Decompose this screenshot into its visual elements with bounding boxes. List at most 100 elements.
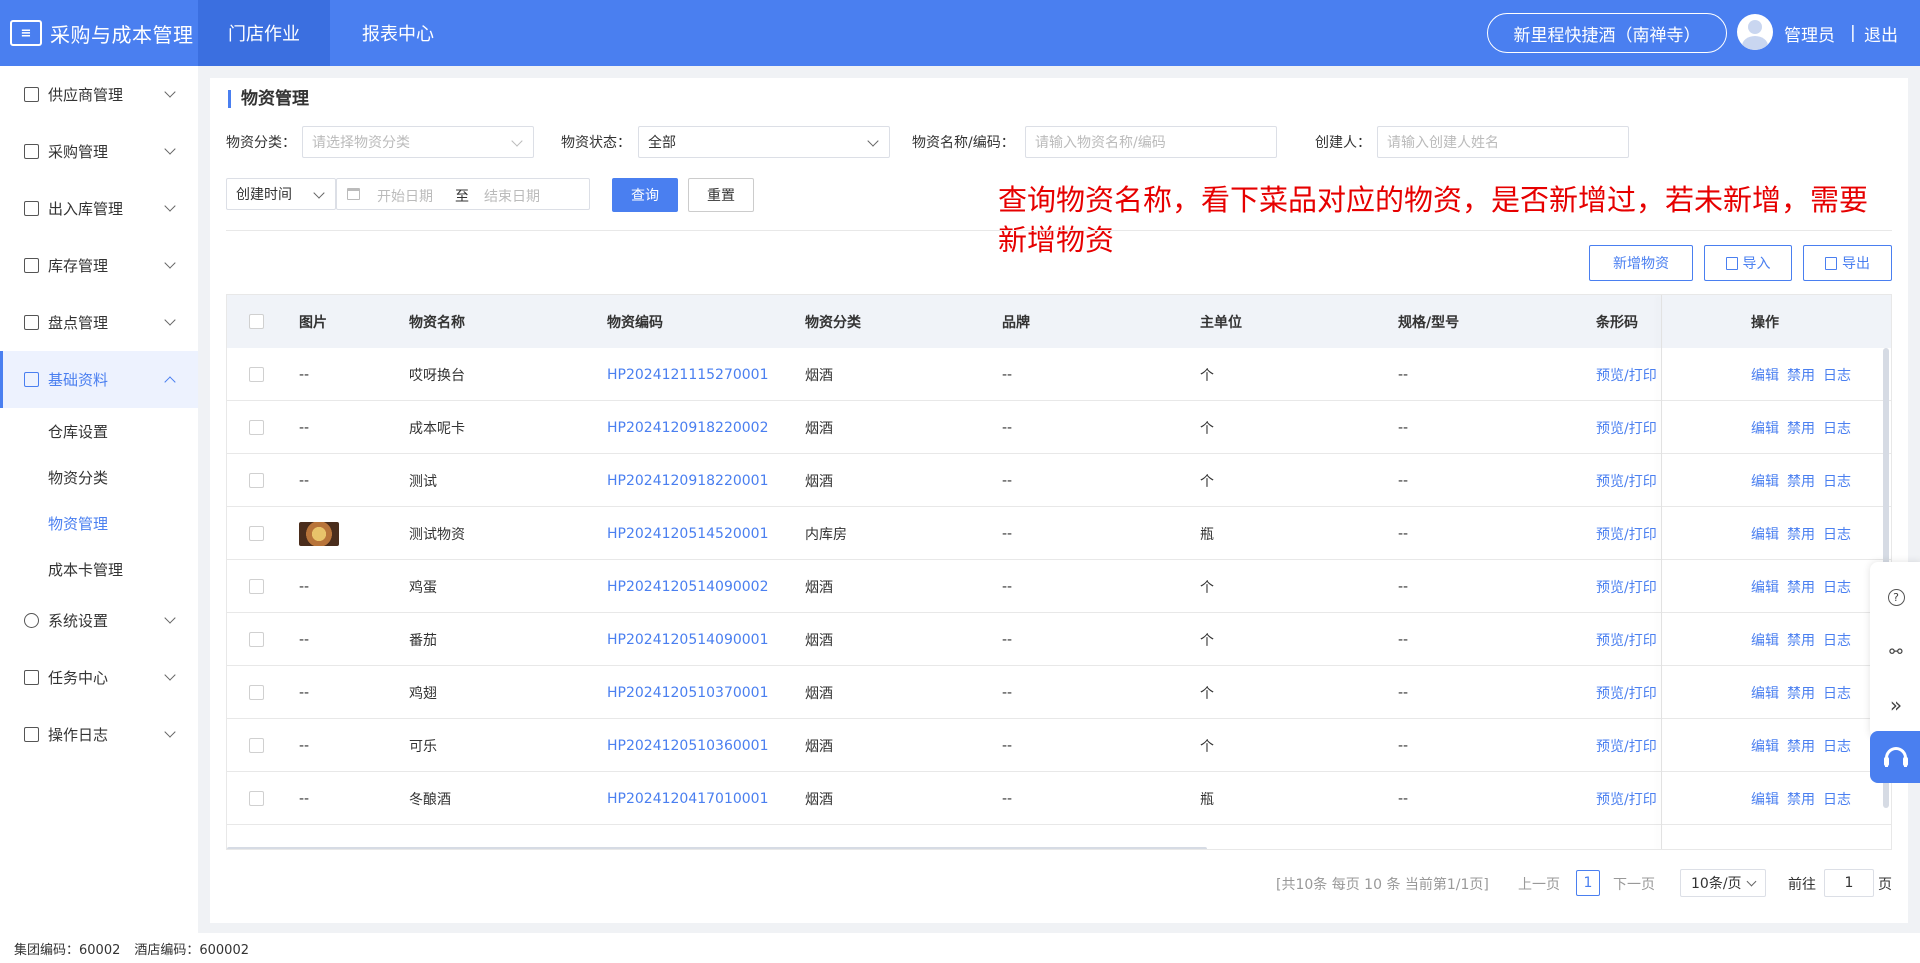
row-checkbox[interactable]	[249, 420, 264, 435]
log-link[interactable]: 日志	[1823, 365, 1851, 385]
disable-link[interactable]: 禁用	[1787, 683, 1815, 703]
disable-link[interactable]: 禁用	[1787, 471, 1815, 491]
submenu-cost-card[interactable]: 成本卡管理	[0, 546, 198, 592]
disable-link[interactable]: 禁用	[1787, 524, 1815, 544]
barcode-print-link[interactable]: 预览/打印	[1596, 401, 1657, 454]
nav-reports[interactable]: 报表中心	[330, 0, 466, 66]
row-checkbox[interactable]	[249, 579, 264, 594]
reset-button[interactable]: 重置	[688, 178, 754, 212]
collapse-button[interactable]: »	[1870, 678, 1920, 732]
submenu-material-category[interactable]: 物资分类	[0, 454, 198, 500]
help-button[interactable]: ?	[1870, 570, 1920, 624]
edit-link[interactable]: 编辑	[1751, 630, 1779, 650]
row-checkbox[interactable]	[249, 526, 264, 541]
row-checkbox[interactable]	[249, 367, 264, 382]
log-link[interactable]: 日志	[1823, 683, 1851, 703]
nav-store-ops[interactable]: 门店作业	[198, 0, 330, 66]
sidebar-item-stocktake[interactable]: 盘点管理	[0, 294, 198, 351]
avatar[interactable]	[1737, 14, 1773, 50]
sidebar-item-settings[interactable]: 系统设置	[0, 592, 198, 649]
customer-service-button[interactable]	[1870, 731, 1920, 783]
log-link[interactable]: 日志	[1823, 630, 1851, 650]
user-name[interactable]: 管理员	[1784, 0, 1835, 66]
sidebar-item-stock-in-out[interactable]: 出入库管理	[0, 180, 198, 237]
prev-page-button[interactable]: 上一页	[1518, 869, 1560, 899]
sidebar-item-purchase[interactable]: 采购管理	[0, 123, 198, 180]
barcode-print-link[interactable]: 预览/打印	[1596, 772, 1657, 825]
category-select[interactable]: 请选择物资分类	[302, 126, 534, 158]
barcode-print-link[interactable]: 预览/打印	[1596, 613, 1657, 666]
log-link[interactable]: 日志	[1823, 471, 1851, 491]
material-thumbnail[interactable]	[299, 521, 339, 546]
row-checkbox[interactable]	[249, 632, 264, 647]
row-checkbox[interactable]	[249, 738, 264, 753]
barcode-print-link[interactable]: 预览/打印	[1596, 507, 1657, 560]
log-link[interactable]: 日志	[1823, 736, 1851, 756]
row-checkbox[interactable]	[249, 685, 264, 700]
logout-link[interactable]: 退出	[1864, 0, 1898, 66]
cell-code-link[interactable]: HP2024120514090001	[607, 613, 769, 666]
barcode-print-link[interactable]: 预览/打印	[1596, 666, 1657, 719]
name-code-input[interactable]: 请输入物资名称/编码	[1025, 126, 1277, 158]
log-link[interactable]: 日志	[1823, 789, 1851, 809]
cell-code-link[interactable]: HP2024120514520001	[607, 507, 769, 560]
barcode-print-link[interactable]: 预览/打印	[1596, 454, 1657, 507]
time-type-select[interactable]: 创建时间	[226, 178, 336, 210]
sidebar-item-basic-data[interactable]: 基础资料	[0, 351, 198, 408]
edit-link[interactable]: 编辑	[1751, 789, 1779, 809]
add-material-button[interactable]: 新增物资	[1589, 245, 1693, 281]
log-link[interactable]: 日志	[1823, 577, 1851, 597]
edit-link[interactable]: 编辑	[1751, 683, 1779, 703]
link-button[interactable]: ⚯	[1870, 624, 1920, 678]
sidebar-item-inventory[interactable]: 库存管理	[0, 237, 198, 294]
page-1-button[interactable]: 1	[1576, 870, 1600, 896]
page-size-select[interactable]: 10条/页	[1680, 869, 1766, 897]
cell-image[interactable]	[299, 507, 339, 560]
disable-link[interactable]: 禁用	[1787, 365, 1815, 385]
brand[interactable]: ≡ 采购与成本管理	[0, 0, 198, 66]
import-button[interactable]: 导入	[1704, 245, 1792, 281]
disable-link[interactable]: 禁用	[1787, 789, 1815, 809]
edit-link[interactable]: 编辑	[1751, 471, 1779, 491]
row-checkbox[interactable]	[249, 473, 264, 488]
cell-code-link[interactable]: HP2024120510360001	[607, 719, 769, 772]
disable-link[interactable]: 禁用	[1787, 418, 1815, 438]
edit-link[interactable]: 编辑	[1751, 418, 1779, 438]
edit-link[interactable]: 编辑	[1751, 577, 1779, 597]
submenu-material-management[interactable]: 物资管理	[0, 500, 198, 546]
sidebar-item-operation-log[interactable]: 操作日志	[0, 706, 198, 763]
cell-code-link[interactable]: HP2024120514090002	[607, 560, 769, 613]
disable-link[interactable]: 禁用	[1787, 630, 1815, 650]
cell-code-link[interactable]: HP2024120918220002	[607, 401, 769, 454]
log-link[interactable]: 日志	[1823, 418, 1851, 438]
status-select[interactable]: 全部	[638, 126, 890, 158]
date-start-input[interactable]: 开始日期	[377, 186, 433, 206]
creator-input[interactable]: 请输入创建人姓名	[1377, 126, 1629, 158]
query-button[interactable]: 查询	[612, 178, 678, 212]
cell-code-link[interactable]: HP2024120510370001	[607, 666, 769, 719]
barcode-print-link[interactable]: 预览/打印	[1596, 348, 1657, 401]
sidebar-item-supplier[interactable]: 供应商管理	[0, 66, 198, 123]
edit-link[interactable]: 编辑	[1751, 736, 1779, 756]
goto-page-input[interactable]: 1	[1824, 869, 1874, 897]
date-end-input[interactable]: 结束日期	[484, 186, 540, 206]
sidebar-item-task-center[interactable]: 任务中心	[0, 649, 198, 706]
disable-link[interactable]: 禁用	[1787, 736, 1815, 756]
export-button[interactable]: 导出	[1803, 245, 1892, 281]
edit-link[interactable]: 编辑	[1751, 524, 1779, 544]
disable-link[interactable]: 禁用	[1787, 577, 1815, 597]
cell-code-link[interactable]: HP2024121115270001	[607, 348, 769, 401]
row-checkbox[interactable]	[249, 791, 264, 806]
date-range-picker[interactable]: 开始日期 至 结束日期	[336, 178, 590, 210]
horizontal-scrollbar[interactable]	[227, 847, 1207, 849]
select-all-checkbox[interactable]	[249, 314, 264, 329]
barcode-print-link[interactable]: 预览/打印	[1596, 560, 1657, 613]
edit-link[interactable]: 编辑	[1751, 365, 1779, 385]
submenu-warehouse-settings[interactable]: 仓库设置	[0, 408, 198, 454]
log-link[interactable]: 日志	[1823, 524, 1851, 544]
next-page-button[interactable]: 下一页	[1613, 869, 1655, 899]
hotel-selector-button[interactable]: 新里程快捷酒（南禅寺）	[1487, 13, 1727, 53]
barcode-print-link[interactable]: 预览/打印	[1596, 719, 1657, 772]
cell-code-link[interactable]: HP2024120417010001	[607, 772, 769, 825]
cell-code-link[interactable]: HP2024120918220001	[607, 454, 769, 507]
